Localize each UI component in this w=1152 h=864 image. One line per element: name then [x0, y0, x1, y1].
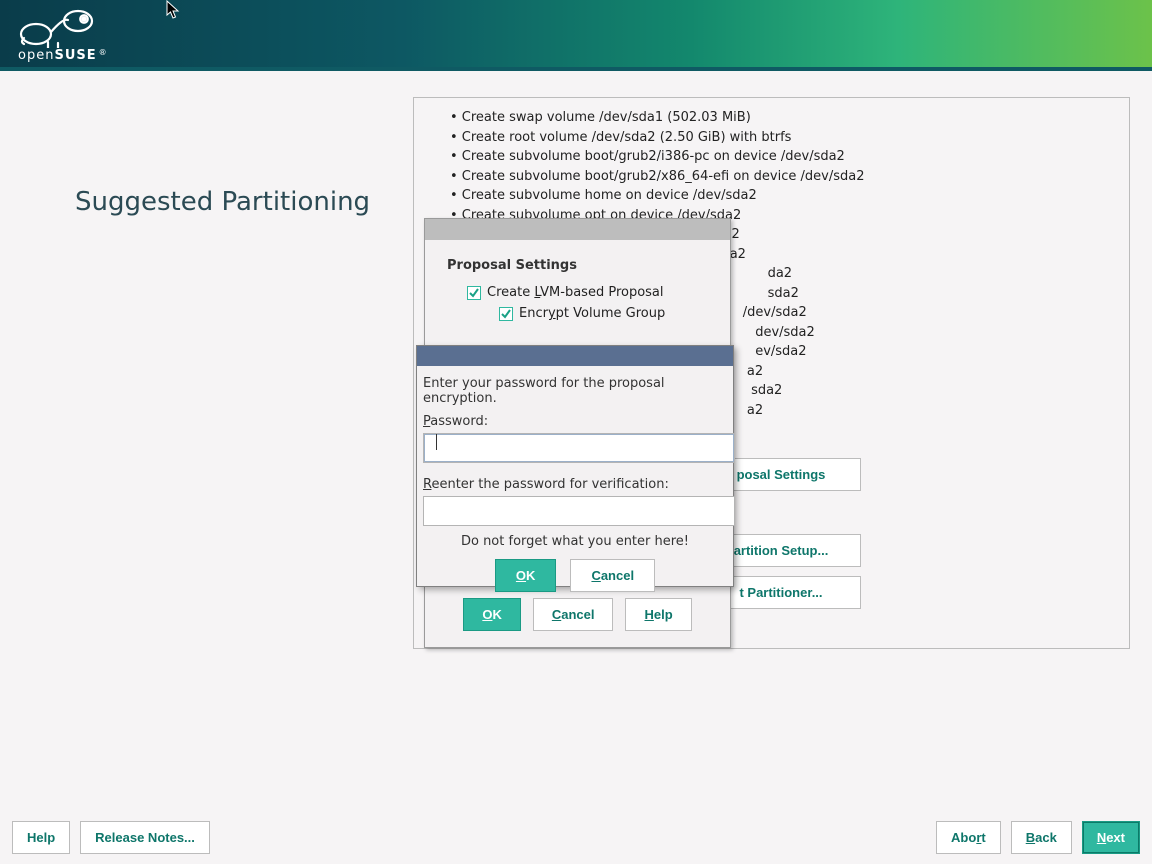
- password-prompt: Enter your password for the proposal enc…: [423, 376, 727, 406]
- encrypt-vg-checkbox-row[interactable]: Encrypt Volume Group: [499, 306, 708, 321]
- proposal-line: • Create subvolume home on device /dev/s…: [432, 186, 1111, 206]
- password-cancel-button[interactable]: Cancel: [570, 559, 655, 592]
- opensuse-logo: openSUSE®: [18, 8, 108, 52]
- password-label: Password:: [423, 414, 727, 429]
- brand-text: openSUSE®: [18, 48, 108, 63]
- proposal-line: • Create subvolume boot/grub2/x86_64-efi…: [432, 167, 1111, 187]
- create-lvm-checkbox-row[interactable]: Create LVM-based Proposal: [467, 285, 708, 300]
- create-partition-setup-label: artition Setup...: [734, 543, 829, 558]
- checkbox-checked-icon: [499, 307, 513, 321]
- footer-abort-button[interactable]: Abort: [936, 821, 1001, 854]
- create-lvm-label: Create LVM-based Proposal: [487, 285, 664, 300]
- checkbox-checked-icon: [467, 286, 481, 300]
- reenter-password-label: Reenter the password for verification:: [423, 477, 727, 492]
- password-dialog-titlebar[interactable]: [417, 346, 733, 366]
- password-dialog: Enter your password for the proposal enc…: [416, 345, 734, 587]
- expert-partitioner-label: t Partitioner...: [739, 585, 822, 600]
- proposal-settings-help-button[interactable]: Help: [625, 598, 691, 631]
- footer-help-button[interactable]: Help: [12, 821, 70, 854]
- brand-reg: ®: [99, 48, 108, 57]
- text-caret-icon: [436, 434, 437, 450]
- footer-back-button[interactable]: Back: [1011, 821, 1072, 854]
- proposal-settings-title: Proposal Settings: [447, 258, 708, 273]
- page-title: Suggested Partitioning: [75, 187, 370, 217]
- encrypt-vg-label: Encrypt Volume Group: [519, 306, 665, 321]
- password-ok-button[interactable]: OK: [495, 559, 557, 592]
- brand-open: open: [18, 48, 54, 63]
- proposal-settings-cancel-button[interactable]: Cancel: [533, 598, 614, 631]
- password-warning: Do not forget what you enter here!: [423, 534, 727, 549]
- proposal-settings-titlebar[interactable]: [425, 219, 730, 240]
- footer-release-notes-button[interactable]: Release Notes...: [80, 821, 210, 854]
- proposal-settings-ok-button[interactable]: OK: [463, 598, 521, 631]
- mouse-cursor-icon: [166, 0, 182, 20]
- chameleon-icon: [18, 8, 108, 48]
- proposal-line: • Create swap volume /dev/sda1 (502.03 M…: [432, 108, 1111, 128]
- proposal-line: • Create root volume /dev/sda2 (2.50 GiB…: [432, 128, 1111, 148]
- brand-suse: SUSE: [54, 48, 96, 63]
- footer-next-button[interactable]: Next: [1082, 821, 1140, 854]
- reenter-password-input[interactable]: [423, 496, 735, 526]
- edit-proposal-settings-label: posal Settings: [737, 467, 826, 482]
- password-input[interactable]: [423, 433, 735, 463]
- proposal-line: • Create subvolume boot/grub2/i386-pc on…: [432, 147, 1111, 167]
- footer: Help Release Notes... Abort Back Next: [0, 810, 1152, 864]
